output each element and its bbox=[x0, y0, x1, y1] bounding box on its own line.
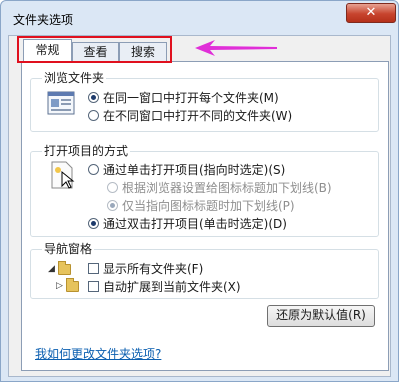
title-bar[interactable]: 文件夹选项 ✕ bbox=[1, 1, 398, 35]
restore-defaults-label: 还原为默认值(R) bbox=[276, 308, 366, 322]
label-single-click: 通过单击打开项目(指向时选定)(S) bbox=[103, 163, 286, 177]
window-title: 文件夹选项 bbox=[13, 13, 74, 27]
browse-folders-title: 浏览文件夹 bbox=[42, 69, 107, 86]
collapsed-arrow-icon: ▷ bbox=[56, 281, 63, 291]
label-underline-browser: 根据浏览器设置给图标标题加下划线(B) bbox=[122, 181, 332, 195]
checkbox-show-all-folders[interactable] bbox=[88, 263, 99, 274]
checkbox-auto-expand[interactable] bbox=[88, 281, 99, 292]
pointer-click-icon bbox=[48, 160, 78, 193]
folder-icon bbox=[66, 278, 79, 292]
label-new-window: 在不同窗口中打开不同的文件夹(W) bbox=[103, 109, 293, 123]
folder-options-dialog: 文件夹选项 ✕ 查看 搜索 浏览文件夹 在同一窗口中打开每个文件夹(M) 在不同… bbox=[0, 0, 399, 382]
restore-defaults-button[interactable]: 还原为默认值(R) bbox=[267, 305, 375, 327]
expanded-arrow-icon: ◢ bbox=[48, 264, 55, 274]
label-auto-expand: 自动扩展到当前文件夹(X) bbox=[103, 280, 241, 294]
radio-same-window[interactable] bbox=[88, 92, 99, 103]
radio-new-window[interactable] bbox=[88, 110, 99, 121]
label-same-window: 在同一窗口中打开每个文件夹(M) bbox=[103, 91, 279, 105]
folder-icon bbox=[58, 261, 71, 275]
radio-underline-hover[interactable] bbox=[107, 200, 118, 211]
annotation-arrow-icon bbox=[195, 40, 277, 56]
radio-single-click[interactable] bbox=[88, 164, 99, 175]
close-button[interactable]: ✕ bbox=[346, 3, 396, 23]
radio-double-click[interactable] bbox=[88, 218, 99, 229]
tabs-highlight-annotation bbox=[17, 36, 172, 63]
click-items-title: 打开项目的方式 bbox=[42, 142, 131, 159]
label-underline-hover: 仅当指向图标标题时加下划线(P) bbox=[122, 199, 295, 213]
radio-underline-browser[interactable] bbox=[107, 182, 118, 193]
browse-window-icon bbox=[47, 91, 75, 118]
label-double-click: 通过双击打开项目(单击时选定)(D) bbox=[103, 217, 287, 231]
close-icon: ✕ bbox=[365, 5, 377, 20]
label-show-all-folders: 显示所有文件夹(F) bbox=[103, 262, 204, 276]
help-link[interactable]: 我如何更改文件夹选项? bbox=[35, 345, 161, 362]
navigation-pane-title: 导航窗格 bbox=[42, 240, 95, 257]
